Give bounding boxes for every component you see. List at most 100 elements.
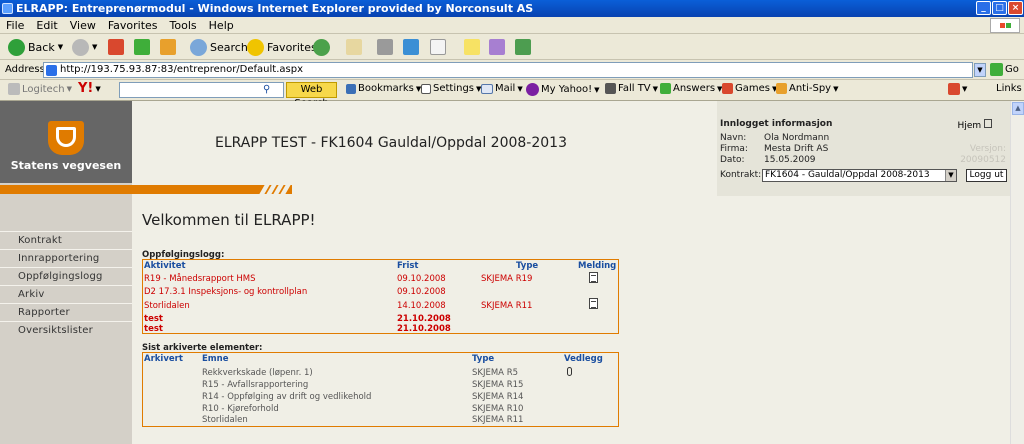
followup-activity[interactable]: R19 - Månedsrapport HMS (144, 274, 256, 284)
followup-activity[interactable]: test (144, 314, 163, 324)
menu-tools[interactable]: Tools (164, 17, 203, 34)
bookmarks-button[interactable]: Bookmarks ▼ (346, 83, 421, 94)
logitech-icon (8, 83, 20, 95)
logitech-button[interactable]: Logitech ▼ (8, 83, 72, 95)
games-label: Games (735, 83, 770, 94)
brand-logo[interactable]: Statens vegvesen (0, 101, 132, 183)
answers-link[interactable]: Answers ▼ (660, 83, 722, 94)
research-button[interactable] (489, 37, 505, 57)
archived-subject[interactable]: Rekkverkskade (løpenr. 1) (202, 368, 313, 378)
users-button[interactable] (515, 37, 531, 57)
login-info-panel: Innlogget informasjon Hjem Navn: Ola Nord… (717, 101, 1010, 196)
forward-button[interactable]: ▼ (72, 37, 97, 57)
nav-item-arkiv[interactable]: Arkiv (0, 285, 132, 303)
messenger-button[interactable] (403, 37, 419, 57)
messenger-icon (403, 39, 419, 55)
page-icon (46, 65, 57, 76)
col-subject: Emne (202, 354, 229, 364)
address-dropdown-button[interactable]: ▼ (974, 63, 986, 77)
refresh-icon (134, 39, 150, 55)
yahoo-search-input[interactable] (119, 82, 284, 98)
envelope-icon (481, 83, 493, 94)
back-label: Back (28, 40, 55, 54)
logout-button[interactable]: Logg ut (966, 169, 1007, 182)
welcome-heading: Velkommen til ELRAPP! (142, 211, 316, 229)
anti-spy-link[interactable]: Anti-Spy ▼ (776, 83, 839, 94)
menu-edit[interactable]: Edit (30, 17, 63, 34)
info-name-row: Navn: Ola Nordmann (720, 133, 829, 143)
search-icon (190, 38, 207, 56)
back-button[interactable]: Back ▼ (8, 37, 63, 57)
address-bar: Address http://193.75.93.87:83/entrepren… (0, 60, 1024, 80)
followup-activity[interactable]: Storlidalen (144, 301, 190, 311)
archived-type: SKJEMA R11 (472, 415, 524, 425)
notes-icon (464, 39, 480, 55)
toolbar-options-button[interactable]: ▼ (948, 83, 967, 95)
archived-subject[interactable]: Storlidalen (202, 415, 248, 425)
notes-button[interactable] (464, 37, 480, 57)
info-date-row: Dato: 15.05.2009 (720, 155, 816, 165)
chevron-down-icon: ▼ (652, 84, 659, 93)
message-icon[interactable] (589, 272, 598, 283)
close-button[interactable]: × (1008, 1, 1023, 15)
col-attachment: Vedlegg (564, 354, 603, 364)
menu-help[interactable]: Help (203, 17, 240, 34)
paperclip-icon[interactable] (567, 367, 572, 376)
history-button[interactable] (313, 37, 330, 57)
my-yahoo-link[interactable]: My Yahoo! ▼ (526, 83, 600, 96)
nav-item-innrapportering[interactable]: Innrapportering (0, 249, 132, 267)
settings-button[interactable]: Settings ▼ (421, 83, 481, 94)
followup-activity[interactable]: test (144, 324, 163, 334)
menu-view[interactable]: View (64, 17, 102, 34)
go-label: Go (1005, 64, 1019, 75)
edit-button[interactable] (430, 37, 446, 57)
home-link[interactable]: Hjem (958, 119, 992, 131)
games-link[interactable]: Games ▼ (722, 83, 777, 94)
go-button[interactable]: Go (990, 63, 1019, 76)
print-icon (377, 39, 393, 55)
info-firm-row: Firma: Mesta Drift AS (720, 144, 828, 154)
yahoo-logo[interactable]: Y! ▼ (78, 81, 101, 96)
archived-subject[interactable]: R14 - Oppfølging av drift og vedlikehold (202, 392, 371, 402)
scroll-up-icon[interactable]: ▲ (1012, 102, 1024, 115)
windows-logo-icon (990, 18, 1020, 33)
stop-icon (108, 39, 124, 55)
minimize-button[interactable]: _ (976, 1, 991, 15)
nav-item-oppfolgingslogg[interactable]: Oppfølgingslogg (0, 267, 132, 285)
vertical-scrollbar[interactable]: ▲ (1010, 101, 1024, 444)
print-button[interactable] (377, 37, 393, 57)
address-input[interactable]: http://193.75.93.87:83/entreprenor/Defau… (43, 62, 973, 78)
archived-type: SKJEMA R10 (472, 404, 524, 414)
contract-select[interactable]: FK1604 - Gauldal/Oppdal 2008-2013 ▼ (762, 169, 957, 182)
col-activity: Aktivitet (144, 261, 186, 271)
mail-button[interactable] (346, 37, 362, 57)
chevron-down-icon: ▼ (66, 85, 72, 93)
yahoo-toolbar: Logitech ▼ Y! ▼ ⚲ Web Search Bookmarks ▼… (0, 80, 1024, 109)
forward-arrow-icon (72, 38, 89, 56)
star-icon (247, 38, 264, 56)
nav-item-rapporter[interactable]: Rapporter (0, 303, 132, 321)
favorites-button[interactable]: Favorites (247, 37, 317, 57)
archived-subject[interactable]: R10 - Kjøreforhold (202, 404, 279, 414)
refresh-button[interactable] (134, 37, 150, 57)
menu-favorites[interactable]: Favorites (102, 17, 164, 34)
message-icon[interactable] (589, 298, 598, 309)
mail-link[interactable]: Mail ▼ (481, 83, 523, 94)
anti-spy-label: Anti-Spy (789, 83, 832, 94)
nav-item-kontrakt[interactable]: Kontrakt (0, 231, 132, 249)
stop-button[interactable] (108, 37, 124, 57)
nav-item-oversiktslister[interactable]: Oversiktslister (0, 321, 132, 339)
bookmarks-label: Bookmarks (358, 83, 414, 94)
links-button[interactable]: Links (996, 83, 1022, 94)
answers-icon (660, 83, 671, 94)
maximize-button[interactable]: □ (992, 1, 1007, 15)
archived-subject[interactable]: R15 - Avfallsrapportering (202, 380, 308, 390)
web-search-button[interactable]: Web Search (286, 82, 337, 109)
followup-activity[interactable]: D2 17.3.1 Inspeksjons- og kontrollplan (144, 287, 307, 297)
home-button[interactable] (160, 37, 176, 57)
ie-icon (2, 3, 13, 14)
menu-file[interactable]: File (0, 17, 30, 34)
fall-tv-link[interactable]: Fall TV ▼ (605, 83, 658, 94)
search-button[interactable]: Search (190, 37, 248, 57)
name-label: Navn: (720, 133, 747, 143)
